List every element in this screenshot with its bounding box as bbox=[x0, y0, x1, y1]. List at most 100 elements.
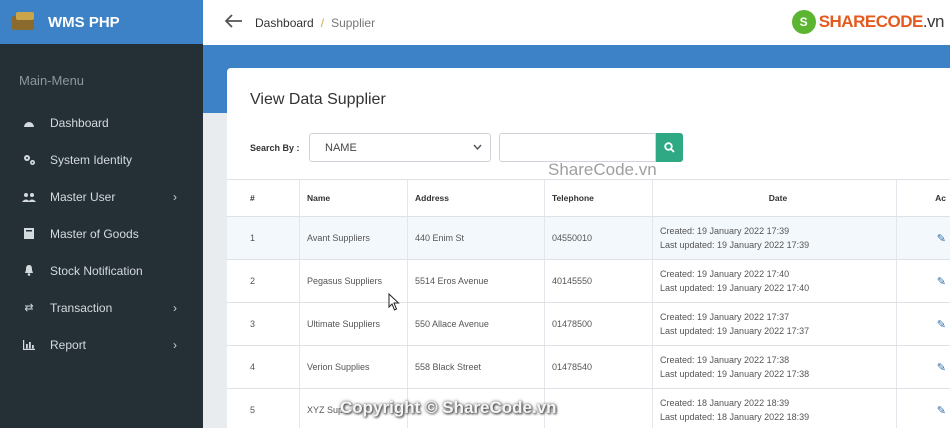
cell-action: ✎ bbox=[897, 217, 950, 259]
cell-telephone: 40145550 bbox=[545, 260, 653, 302]
cell-number: 5 bbox=[227, 389, 300, 428]
cell-telephone: 01478500 bbox=[545, 303, 653, 345]
updated-date: Last updated: 19 January 2022 17:37 bbox=[660, 326, 810, 336]
breadcrumb-separator: / bbox=[320, 15, 325, 30]
search-label: Search By : bbox=[250, 143, 300, 153]
dashboard-icon bbox=[22, 116, 36, 130]
menu-header: Main-Menu bbox=[19, 73, 85, 88]
table-row: 5 XYZ Sup Created: 18 January 2022 18:39… bbox=[227, 389, 950, 428]
col-header-date: Date bbox=[653, 180, 897, 216]
mouse-cursor-icon bbox=[388, 293, 400, 311]
cell-action: ✎ bbox=[897, 346, 950, 388]
table-row: 3 Ultimate Suppliers 550 Allace Avenue 0… bbox=[227, 303, 950, 346]
updated-date: Last updated: 19 January 2022 17:39 bbox=[660, 240, 810, 250]
edit-pencil-icon[interactable]: ✎ bbox=[937, 232, 946, 245]
cell-date: Created: 19 January 2022 17:37 Last upda… bbox=[653, 303, 897, 345]
cell-name: Verion Supplies bbox=[300, 346, 408, 388]
cell-address: 5514 Eros Avenue bbox=[408, 260, 545, 302]
chevron-right-icon: › bbox=[173, 338, 177, 352]
sidebar-item-master-of-goods[interactable]: Master of Goods bbox=[0, 215, 203, 252]
warehouse-logo-icon bbox=[12, 12, 38, 32]
sidebar-item-label: Transaction bbox=[50, 300, 113, 315]
edit-pencil-icon[interactable]: ✎ bbox=[937, 361, 946, 374]
cell-action: ✎ bbox=[897, 303, 950, 345]
chevron-right-icon: › bbox=[173, 190, 177, 204]
col-header-name: Name bbox=[300, 180, 408, 216]
sidebar-item-stock-notification[interactable]: Stock Notification bbox=[0, 252, 203, 289]
cell-action: ✎ bbox=[897, 260, 950, 302]
created-date: Created: 19 January 2022 17:37 bbox=[660, 312, 790, 322]
cell-telephone: 04550010 bbox=[545, 217, 653, 259]
chart-icon bbox=[22, 338, 36, 352]
cell-address: 550 Allace Avenue bbox=[408, 303, 545, 345]
sidebar: WMS PHP Main-Menu Dashboard System Ident… bbox=[0, 0, 203, 428]
sidebar-item-label: Master User bbox=[50, 189, 116, 204]
copyright-watermark: Copyright © ShareCode.vn bbox=[340, 398, 557, 417]
cell-telephone: 01478540 bbox=[545, 346, 653, 388]
search-icon bbox=[664, 142, 675, 153]
back-arrow-icon[interactable] bbox=[224, 12, 245, 33]
watermark-logo-suffix: .vn bbox=[922, 12, 945, 31]
chevron-right-icon: › bbox=[173, 301, 177, 315]
col-header-action: Ac bbox=[935, 193, 946, 203]
created-date: Created: 18 January 2022 18:39 bbox=[660, 398, 790, 408]
sharecode-watermark-logo: S SHARECODE.vn bbox=[791, 10, 945, 34]
updated-date: Last updated: 18 January 2022 18:39 bbox=[660, 412, 810, 422]
sidebar-item-transaction[interactable]: ⇄ Transaction › bbox=[0, 289, 203, 326]
updated-date: Last updated: 19 January 2022 17:38 bbox=[660, 369, 810, 379]
sidebar-item-report[interactable]: Report › bbox=[0, 326, 203, 363]
brand-title: WMS PHP bbox=[48, 13, 120, 31]
created-date: Created: 19 January 2022 17:40 bbox=[660, 269, 790, 279]
cogs-icon bbox=[22, 153, 36, 167]
cell-date: Created: 18 January 2022 18:39 Last upda… bbox=[653, 389, 897, 428]
col-header-number: # bbox=[227, 180, 300, 216]
topbar: Dashboard / Supplier S SHARECODE.vn bbox=[203, 0, 950, 45]
supplier-table: # Name Address Telephone Date Ac 1 Avant… bbox=[227, 179, 950, 428]
created-date: Created: 19 January 2022 17:38 bbox=[660, 355, 790, 365]
page-title: View Data Supplier bbox=[250, 91, 386, 108]
brand[interactable]: WMS PHP bbox=[0, 0, 203, 44]
table-row: 4 Verion Supplies 558 Black Street 01478… bbox=[227, 346, 950, 389]
chevron-down-icon bbox=[473, 142, 482, 153]
edit-pencil-icon[interactable]: ✎ bbox=[937, 318, 946, 331]
cell-address: 440 Enim St bbox=[408, 217, 545, 259]
sidebar-item-dashboard[interactable]: Dashboard bbox=[0, 104, 203, 141]
cell-number: 3 bbox=[227, 303, 300, 345]
sharecode-logo-icon: S bbox=[791, 10, 816, 34]
cell-address: 558 Black Street bbox=[408, 346, 545, 388]
edit-pencil-icon[interactable]: ✎ bbox=[937, 275, 946, 288]
cell-number: 4 bbox=[227, 346, 300, 388]
updated-date: Last updated: 19 January 2022 17:40 bbox=[660, 283, 810, 293]
watermark-logo-text: SHARECODE bbox=[818, 12, 924, 31]
cell-number: 1 bbox=[227, 217, 300, 259]
sidebar-item-label: Report bbox=[50, 337, 87, 352]
search-by-value: NAME bbox=[325, 142, 357, 154]
sidebar-item-system-identity[interactable]: System Identity bbox=[0, 141, 203, 178]
cell-number: 2 bbox=[227, 260, 300, 302]
cell-date: Created: 19 January 2022 17:39 Last upda… bbox=[653, 217, 897, 259]
box-icon bbox=[22, 227, 36, 241]
sidebar-item-label: Stock Notification bbox=[50, 263, 143, 278]
cell-date: Created: 19 January 2022 17:38 Last upda… bbox=[653, 346, 897, 388]
search-input[interactable] bbox=[499, 133, 656, 162]
search-button[interactable] bbox=[656, 133, 683, 162]
cell-date: Created: 19 January 2022 17:40 Last upda… bbox=[653, 260, 897, 302]
edit-pencil-icon[interactable]: ✎ bbox=[937, 404, 946, 417]
users-icon bbox=[22, 190, 36, 204]
cell-action: ✎ bbox=[897, 389, 950, 428]
sidebar-item-label: Dashboard bbox=[50, 115, 109, 130]
bell-icon bbox=[22, 264, 36, 278]
supplier-card: View Data Supplier Search By : NAME # Na… bbox=[227, 68, 950, 428]
col-header-address: Address bbox=[408, 180, 545, 216]
sharecode-watermark-mid: ShareCode.vn bbox=[548, 160, 657, 179]
search-by-select[interactable]: NAME bbox=[309, 133, 491, 162]
table-row: 2 Pegasus Suppliers 5514 Eros Avenue 401… bbox=[227, 260, 950, 303]
exchange-icon: ⇄ bbox=[24, 302, 34, 314]
cell-name: Avant Suppliers bbox=[300, 217, 408, 259]
breadcrumb-home[interactable]: Dashboard bbox=[255, 16, 314, 30]
table-header: # Name Address Telephone Date Ac bbox=[227, 179, 950, 217]
sidebar-item-master-user[interactable]: Master User › bbox=[0, 178, 203, 215]
breadcrumb-current: Supplier bbox=[331, 15, 376, 30]
cell-telephone bbox=[545, 389, 653, 428]
created-date: Created: 19 January 2022 17:39 bbox=[660, 226, 790, 236]
